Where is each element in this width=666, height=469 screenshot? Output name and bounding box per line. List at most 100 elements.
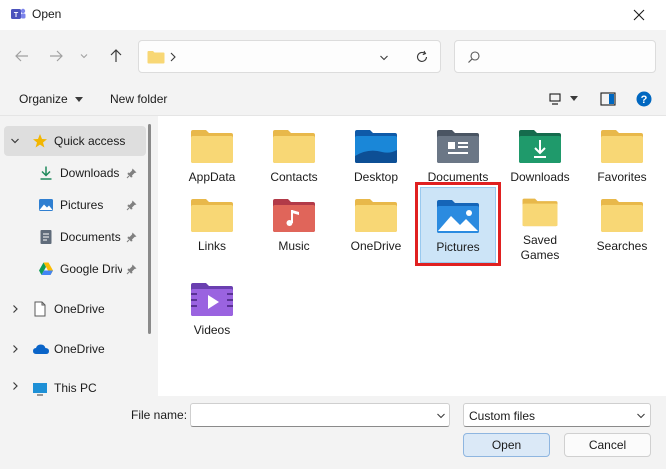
folder-music[interactable]: Music bbox=[256, 187, 332, 263]
folder-label: Searches bbox=[596, 239, 648, 253]
preview-pane-icon[interactable] bbox=[600, 92, 616, 106]
caret-down-icon bbox=[570, 96, 578, 101]
sidebar-item-label: Documents bbox=[60, 230, 121, 244]
sidebar-item-label: This PC bbox=[54, 381, 97, 395]
close-icon bbox=[633, 9, 645, 21]
back-button[interactable] bbox=[8, 42, 36, 70]
search-icon bbox=[468, 51, 480, 63]
arrow-left-icon bbox=[15, 50, 28, 62]
folder-contacts[interactable]: Contacts bbox=[256, 118, 332, 194]
window-title: Open bbox=[32, 7, 62, 21]
file-name-label: File name: bbox=[131, 408, 188, 422]
chevron-down-icon[interactable] bbox=[379, 53, 389, 63]
sidebar-item-documents[interactable]: Documents bbox=[4, 222, 146, 252]
help-icon[interactable]: ? bbox=[636, 91, 652, 107]
pin-icon[interactable] bbox=[126, 231, 138, 243]
google-drive-icon bbox=[39, 262, 53, 275]
folder-favorites[interactable]: Favorites bbox=[584, 118, 660, 194]
folder-icon bbox=[273, 130, 315, 163]
pc-icon bbox=[33, 383, 47, 396]
star-icon bbox=[33, 134, 47, 148]
folder-icon bbox=[147, 51, 165, 64]
selection-highlight bbox=[415, 182, 501, 266]
chevron-right-icon bbox=[170, 52, 176, 62]
sidebar-item-quick-access[interactable]: Quick access bbox=[4, 126, 146, 156]
chevron-down-icon[interactable] bbox=[636, 411, 646, 421]
sidebar-item-label: OneDrive bbox=[54, 342, 105, 356]
caret-down-icon bbox=[75, 97, 84, 102]
title-bar bbox=[0, 0, 666, 30]
search-input[interactable] bbox=[454, 40, 656, 73]
folder-onedrive[interactable]: OneDrive bbox=[338, 187, 414, 263]
folder-icon bbox=[191, 199, 233, 232]
address-bar[interactable] bbox=[138, 40, 441, 73]
sidebar-item-label: OneDrive bbox=[54, 302, 105, 316]
view-icon bbox=[549, 93, 561, 105]
desktop-folder-icon bbox=[355, 130, 397, 163]
view-options-button[interactable] bbox=[548, 92, 578, 106]
up-button[interactable] bbox=[102, 42, 130, 70]
folder-icon bbox=[601, 199, 643, 232]
folder-icon bbox=[601, 130, 643, 163]
sidebar-item-pictures[interactable]: Pictures bbox=[4, 190, 146, 220]
folder-icon bbox=[355, 199, 397, 232]
folder-label: AppData bbox=[188, 170, 236, 184]
cloud-icon bbox=[33, 344, 49, 354]
new-folder-button[interactable]: New folder bbox=[110, 92, 167, 106]
organize-button[interactable]: Organize bbox=[19, 92, 84, 106]
folder-label: OneDrive bbox=[350, 239, 402, 253]
pin-icon[interactable] bbox=[126, 167, 138, 179]
music-folder-icon bbox=[273, 199, 315, 232]
sidebar-item-label: Google Drive bbox=[60, 262, 122, 276]
open-button[interactable]: Open bbox=[463, 433, 550, 457]
videos-folder-icon bbox=[191, 283, 233, 316]
sidebar-item-label: Pictures bbox=[60, 198, 104, 212]
chevron-down-icon[interactable] bbox=[436, 411, 446, 421]
folder-icon bbox=[522, 198, 558, 227]
sidebar-scrollbar[interactable] bbox=[148, 124, 151, 334]
chevron-down-icon[interactable] bbox=[10, 136, 20, 146]
folder-icon bbox=[191, 130, 233, 163]
folder-searches[interactable]: Searches bbox=[584, 187, 660, 263]
sidebar-item-label: Downloads bbox=[60, 166, 120, 180]
folder-label: Contacts bbox=[270, 170, 318, 184]
recent-locations-button[interactable] bbox=[74, 42, 94, 70]
sidebar-item-onedrive[interactable]: OneDrive bbox=[4, 334, 146, 364]
forward-button[interactable] bbox=[42, 42, 70, 70]
pin-icon[interactable] bbox=[126, 199, 138, 211]
documents-folder-icon bbox=[437, 130, 479, 163]
arrow-up-icon bbox=[110, 49, 122, 62]
svg-text:T: T bbox=[14, 12, 19, 19]
file-type-select[interactable]: Custom files bbox=[463, 403, 651, 427]
folder-label: Favorites bbox=[597, 170, 647, 184]
pin-icon[interactable] bbox=[126, 263, 138, 275]
folder-downloads[interactable]: Downloads bbox=[502, 118, 578, 194]
folder-links[interactable]: Links bbox=[174, 187, 250, 263]
chevron-down-icon bbox=[80, 54, 88, 59]
file-name-input[interactable] bbox=[190, 403, 450, 427]
folder-label: Links bbox=[197, 239, 226, 253]
folder-label: Downloads bbox=[510, 170, 570, 184]
folder-label: Music bbox=[278, 239, 310, 253]
cancel-button[interactable]: Cancel bbox=[564, 433, 651, 457]
sidebar-item-this-pc[interactable]: This PC bbox=[4, 374, 146, 396]
downloads-folder-icon bbox=[519, 130, 561, 163]
documents-icon bbox=[40, 230, 52, 244]
organize-label: Organize bbox=[19, 92, 68, 106]
folder-label: Desktop bbox=[353, 170, 399, 184]
sidebar-item-onedrive-personal[interactable]: OneDrive bbox=[4, 294, 146, 324]
teams-icon: T bbox=[11, 8, 26, 19]
sidebar-item-google-drive[interactable]: Google Drive bbox=[4, 254, 146, 284]
folder-appdata[interactable]: AppData bbox=[174, 118, 250, 194]
folder-desktop[interactable]: Desktop bbox=[338, 118, 414, 194]
chevron-right-icon[interactable] bbox=[10, 304, 20, 314]
sidebar-item-downloads[interactable]: Downloads bbox=[4, 158, 146, 188]
folder-videos[interactable]: Videos bbox=[174, 271, 250, 347]
folder-label: Videos bbox=[193, 323, 231, 337]
chevron-right-icon[interactable] bbox=[10, 381, 20, 391]
file-type-value: Custom files bbox=[469, 409, 536, 423]
refresh-icon[interactable] bbox=[415, 50, 429, 64]
folder-saved-games[interactable]: Saved Games bbox=[502, 187, 578, 263]
chevron-right-icon[interactable] bbox=[10, 344, 20, 354]
close-button[interactable] bbox=[612, 0, 666, 30]
